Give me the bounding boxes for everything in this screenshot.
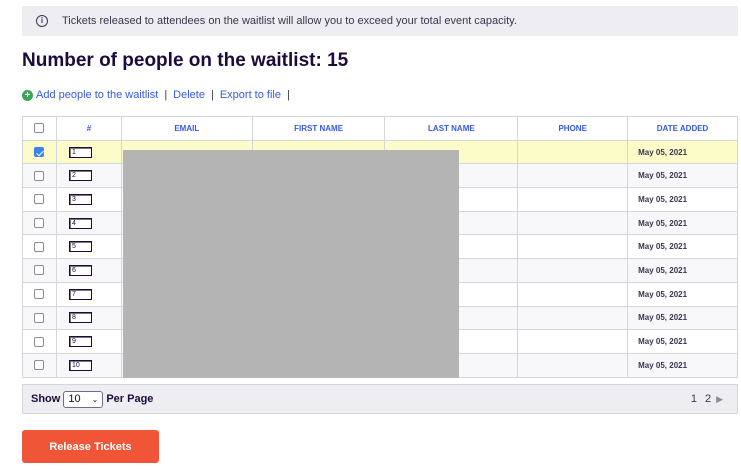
row-checkbox-cell[interactable] bbox=[22, 281, 57, 307]
date-added-cell: May 05, 2021 bbox=[627, 234, 738, 260]
row-checkbox[interactable] bbox=[34, 194, 45, 205]
row-checkbox[interactable] bbox=[34, 289, 45, 300]
per-page-label: Per Page bbox=[106, 393, 154, 405]
row-checkbox[interactable] bbox=[34, 336, 45, 347]
row-number-field[interactable]: 5 bbox=[68, 241, 92, 253]
capacity-notice: i Tickets released to attendees on the w… bbox=[22, 6, 738, 36]
row-number-cell: 10 bbox=[55, 352, 122, 378]
row-number-cell: 5 bbox=[55, 234, 122, 260]
row-number-field[interactable]: 8 bbox=[68, 312, 92, 324]
pagination-bar: Show 10 ⌄ Per Page 1 2 ▶ bbox=[22, 384, 738, 414]
info-icon: i bbox=[36, 15, 48, 27]
row-checkbox-cell[interactable] bbox=[22, 258, 57, 283]
row-checkbox-cell[interactable] bbox=[22, 187, 57, 212]
row-checkbox[interactable] bbox=[34, 312, 45, 323]
row-checkbox[interactable] bbox=[34, 241, 45, 252]
row-number-field[interactable]: 4 bbox=[68, 217, 92, 229]
plus-circle-icon[interactable]: + bbox=[22, 89, 33, 101]
per-page-value: 10 bbox=[68, 393, 81, 405]
row-number-cell: 9 bbox=[55, 329, 122, 354]
row-checkbox[interactable] bbox=[34, 360, 45, 371]
delete-link[interactable]: Delete bbox=[173, 89, 205, 101]
column-header-last-name[interactable]: LAST NAME bbox=[384, 116, 519, 141]
row-number-cell: 7 bbox=[55, 281, 122, 307]
column-header-date-added[interactable]: DATE ADDED bbox=[627, 116, 738, 141]
row-number-field[interactable]: 9 bbox=[68, 336, 92, 348]
release-tickets-button[interactable]: Release Tickets bbox=[22, 430, 159, 463]
table-header-row: # EMAIL FIRST NAME LAST NAME PHONE DATE … bbox=[22, 116, 738, 141]
page-title: Number of people on the waitlist: 15 bbox=[22, 50, 349, 71]
row-number-field[interactable]: 6 bbox=[68, 264, 92, 276]
date-added-cell: May 05, 2021 bbox=[627, 352, 738, 378]
row-number-cell: 4 bbox=[55, 210, 122, 236]
row-checkbox[interactable] bbox=[34, 147, 45, 158]
page-link-2[interactable]: 2 bbox=[705, 393, 711, 405]
row-checkbox-cell[interactable] bbox=[22, 352, 57, 378]
add-people-link[interactable]: Add people to the waitlist bbox=[36, 89, 158, 101]
row-number-field[interactable]: 10 bbox=[68, 359, 92, 371]
row-number-field[interactable]: 1 bbox=[68, 146, 92, 158]
row-checkbox-cell[interactable] bbox=[22, 163, 57, 189]
phone-cell bbox=[517, 258, 629, 283]
row-number-cell: 6 bbox=[55, 258, 122, 283]
row-number-cell: 2 bbox=[55, 163, 122, 189]
row-checkbox[interactable] bbox=[34, 265, 45, 276]
date-added-cell: May 05, 2021 bbox=[627, 139, 738, 165]
column-header-number[interactable]: # bbox=[55, 116, 122, 141]
separator: | bbox=[286, 89, 290, 101]
phone-cell bbox=[517, 187, 629, 212]
next-arrow-icon[interactable]: ▶ bbox=[716, 394, 723, 405]
select-all-checkbox[interactable] bbox=[34, 123, 45, 134]
per-page-select[interactable]: 10 ⌄ bbox=[63, 390, 104, 408]
row-number-field[interactable]: 2 bbox=[68, 170, 92, 182]
row-checkbox-cell[interactable] bbox=[22, 305, 57, 331]
phone-cell bbox=[517, 210, 629, 236]
show-label: Show bbox=[31, 393, 61, 405]
separator: | bbox=[164, 89, 168, 101]
row-number-cell: 8 bbox=[55, 305, 122, 331]
date-added-cell: May 05, 2021 bbox=[627, 210, 738, 236]
notice-text: Tickets released to attendees on the wai… bbox=[62, 15, 517, 27]
export-link[interactable]: Export to file bbox=[220, 89, 281, 101]
waitlist-actions: + Add people to the waitlist | Delete | … bbox=[22, 89, 296, 101]
row-number-cell: 1 bbox=[55, 139, 122, 165]
page-link-1[interactable]: 1 bbox=[691, 393, 697, 405]
column-header-phone[interactable]: PHONE bbox=[517, 116, 629, 141]
date-added-cell: May 05, 2021 bbox=[627, 258, 738, 283]
date-added-cell: May 05, 2021 bbox=[627, 305, 738, 331]
column-header-email[interactable]: EMAIL bbox=[120, 116, 253, 141]
phone-cell bbox=[517, 234, 629, 260]
row-checkbox-cell[interactable] bbox=[22, 329, 57, 354]
phone-cell bbox=[517, 329, 629, 354]
select-all-header[interactable] bbox=[22, 116, 57, 141]
phone-cell bbox=[517, 305, 629, 331]
row-checkbox[interactable] bbox=[34, 170, 45, 181]
phone-cell bbox=[517, 163, 629, 189]
row-checkbox-cell[interactable] bbox=[22, 234, 57, 260]
row-checkbox[interactable] bbox=[34, 218, 45, 229]
separator: | bbox=[210, 89, 214, 101]
row-number-cell: 3 bbox=[55, 187, 122, 212]
phone-cell bbox=[517, 139, 629, 165]
chevron-down-icon: ⌄ bbox=[91, 394, 99, 404]
date-added-cell: May 05, 2021 bbox=[627, 281, 738, 307]
phone-cell bbox=[517, 352, 629, 378]
redacted-area bbox=[123, 150, 459, 378]
page-links: 1 2 ▶ bbox=[683, 393, 723, 405]
date-added-cell: May 05, 2021 bbox=[627, 163, 738, 189]
date-added-cell: May 05, 2021 bbox=[627, 187, 738, 212]
row-checkbox-cell[interactable] bbox=[22, 139, 57, 165]
column-header-first-name[interactable]: FIRST NAME bbox=[251, 116, 386, 141]
date-added-cell: May 05, 2021 bbox=[627, 329, 738, 354]
row-number-field[interactable]: 3 bbox=[68, 193, 92, 205]
row-number-field[interactable]: 7 bbox=[68, 288, 92, 300]
row-checkbox-cell[interactable] bbox=[22, 210, 57, 236]
phone-cell bbox=[517, 281, 629, 307]
